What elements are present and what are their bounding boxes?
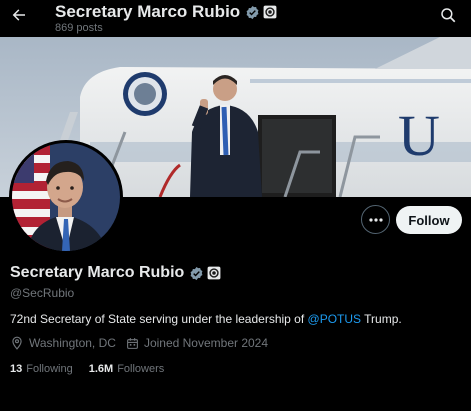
joined-text: Joined November 2024 xyxy=(143,336,269,350)
followers-link[interactable]: 1.6M Followers xyxy=(89,363,165,375)
bio-mention-link[interactable]: @POTUS xyxy=(308,312,362,326)
followers-count: 1.6M xyxy=(88,363,114,375)
follow-button[interactable]: Follow xyxy=(396,206,462,234)
profile-bio: 72nd Secretary of State serving under th… xyxy=(10,312,402,326)
posts-count: 869 posts xyxy=(55,22,103,34)
bio-text-end: Trump. xyxy=(361,312,402,326)
following-count: 13 xyxy=(10,363,23,375)
back-button[interactable] xyxy=(8,4,30,26)
joined-item: Joined November 2024 xyxy=(126,336,268,350)
followers-label: Followers xyxy=(117,363,165,375)
more-dots-icon xyxy=(368,217,383,222)
avatar-photo xyxy=(12,143,120,251)
header-title: Secretary Marco Rubio xyxy=(55,2,277,22)
verified-check-icon[interactable] xyxy=(189,266,204,281)
search-button[interactable] xyxy=(439,6,457,24)
display-name: Secretary Marco Rubio xyxy=(10,264,185,281)
seal-icon[interactable] xyxy=(207,266,221,280)
arrow-left-icon xyxy=(12,9,25,21)
location-text: Washington, DC xyxy=(29,336,116,350)
profile-name-row: Secretary Marco Rubio xyxy=(10,264,221,282)
avatar[interactable] xyxy=(9,140,123,254)
bio-text: 72nd Secretary of State serving under th… xyxy=(10,312,308,326)
svg-text:U: U xyxy=(398,103,440,168)
following-link[interactable]: 13 Following xyxy=(10,363,73,375)
location-pin-icon xyxy=(12,336,22,350)
top-bar: Secretary Marco Rubio 869 posts xyxy=(0,0,471,37)
profile-meta: Washington, DC Joined November 2024 xyxy=(10,336,278,350)
seal-icon[interactable] xyxy=(263,5,277,19)
follow-stats: 13 Following 1.6M Followers xyxy=(10,363,180,375)
more-options-button[interactable] xyxy=(361,205,390,234)
verified-check-icon[interactable] xyxy=(245,5,260,20)
search-icon xyxy=(441,8,456,23)
calendar-icon xyxy=(127,337,138,349)
profile-handle: @SecRubio xyxy=(10,286,75,300)
following-label: Following xyxy=(26,363,73,375)
location-item: Washington, DC xyxy=(10,336,116,350)
header-title-text: Secretary Marco Rubio xyxy=(55,2,241,21)
